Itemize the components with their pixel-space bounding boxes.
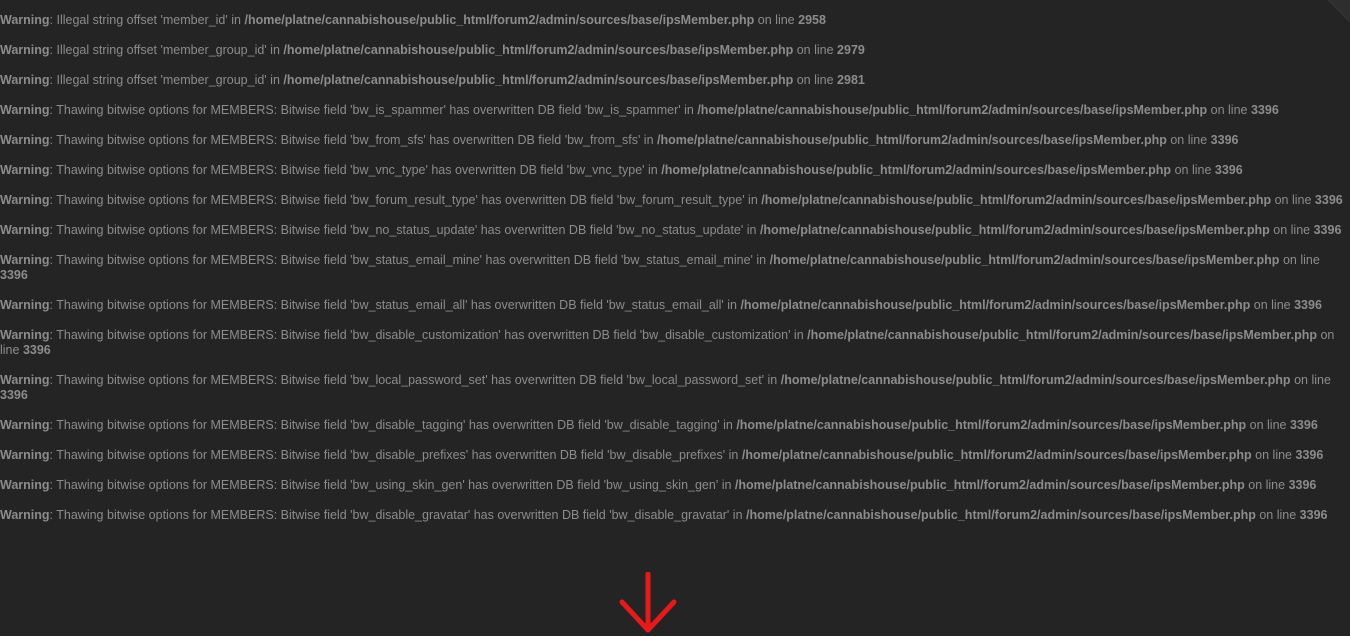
warning-text: Illegal string offset 'member_id' in xyxy=(56,13,241,27)
warning-line-number: 3396 xyxy=(1210,133,1239,147)
warning-message: Warning: Thawing bitwise options for MEM… xyxy=(0,223,1342,237)
warning-on-line-text: on line xyxy=(1255,448,1293,462)
php-warning-log: Warning: Illegal string offset 'member_i… xyxy=(0,13,1350,538)
warning-text: Thawing bitwise options for MEMBERS: Bit… xyxy=(56,448,739,462)
warning-on-line-text: on line xyxy=(1294,373,1331,387)
warning-message: Warning: Thawing bitwise options for MEM… xyxy=(0,418,1318,432)
warning-text: Thawing bitwise options for MEMBERS: Bit… xyxy=(56,103,694,117)
warning-message: Warning: Thawing bitwise options for MEM… xyxy=(0,328,1335,357)
warning-label: Warning xyxy=(0,13,50,27)
warning-file-path: /home/platne/cannabishouse/public_html/f… xyxy=(780,373,1291,387)
warning-line-number: 3396 xyxy=(0,268,28,282)
warning-line-number: 3396 xyxy=(22,343,51,357)
warning-label: Warning xyxy=(0,328,50,342)
warning-label: Warning xyxy=(0,193,50,207)
warning-label: Warning xyxy=(0,298,50,312)
warning-on-line-text: on line xyxy=(757,13,795,27)
warning-line-number: 3396 xyxy=(1214,163,1243,177)
warning-text: Thawing bitwise options for MEMBERS: Bit… xyxy=(56,223,757,237)
warning-label: Warning xyxy=(0,103,50,117)
warning-file-path: /home/platne/cannabishouse/public_html/f… xyxy=(759,223,1270,237)
warning-message: Warning: Thawing bitwise options for MEM… xyxy=(0,253,1320,282)
warning-message: Warning: Thawing bitwise options for MEM… xyxy=(0,163,1243,177)
warning-text: Thawing bitwise options for MEMBERS: Bit… xyxy=(56,373,778,387)
warning-message: Warning: Illegal string offset 'member_g… xyxy=(0,43,865,57)
warning-on-line-text: on line xyxy=(796,73,834,87)
warning-text: Thawing bitwise options for MEMBERS: Bit… xyxy=(56,298,737,312)
warning-message: Warning: Thawing bitwise options for MEM… xyxy=(0,478,1317,492)
warning-label: Warning xyxy=(0,478,50,492)
warning-line-number: 3396 xyxy=(1314,193,1343,207)
warning-message: Warning: Thawing bitwise options for MEM… xyxy=(0,193,1343,207)
warning-line-number: 2979 xyxy=(837,43,865,57)
warning-file-path: /home/platne/cannabishouse/public_html/f… xyxy=(761,193,1272,207)
warning-line-number: 3396 xyxy=(1289,418,1318,432)
warning-label: Warning xyxy=(0,448,50,462)
warning-on-line-text: on line xyxy=(1248,478,1286,492)
warning-line-number: 2981 xyxy=(837,73,865,87)
warning-label: Warning xyxy=(0,163,50,177)
warning-file-path: /home/platne/cannabishouse/public_html/f… xyxy=(741,448,1252,462)
warning-file-path: /home/platne/cannabishouse/public_html/f… xyxy=(657,133,1167,147)
warning-line-number: 3396 xyxy=(1250,103,1279,117)
warning-label: Warning xyxy=(0,508,50,522)
warning-on-line-text: on line xyxy=(796,43,834,57)
warning-on-line-text: on line xyxy=(1273,223,1311,237)
warning-file-path: /home/platne/cannabishouse/public_html/f… xyxy=(283,43,794,57)
warning-message: Warning: Thawing bitwise options for MEM… xyxy=(0,508,1328,522)
warning-line-number: 3396 xyxy=(1288,478,1317,492)
warning-label: Warning xyxy=(0,253,50,267)
warning-text: Thawing bitwise options for MEMBERS: Bit… xyxy=(56,133,654,147)
warning-file-path: /home/platne/cannabishouse/public_html/f… xyxy=(734,478,1245,492)
warning-label: Warning xyxy=(0,373,50,387)
warning-line-number: 3396 xyxy=(1295,448,1324,462)
warning-file-path: /home/platne/cannabishouse/public_html/f… xyxy=(244,13,755,27)
warning-label: Warning xyxy=(0,133,50,147)
warning-message: Warning: Thawing bitwise options for MEM… xyxy=(0,448,1324,462)
warning-line-number: 3396 xyxy=(1299,508,1328,522)
warning-line-number: 3396 xyxy=(0,388,28,402)
warning-on-line-text: on line xyxy=(1170,133,1208,147)
warning-text: Thawing bitwise options for MEMBERS: Bit… xyxy=(56,508,743,522)
warning-label: Warning xyxy=(0,418,50,432)
arrow-down-icon xyxy=(619,572,677,633)
warning-label: Warning xyxy=(0,223,50,237)
warning-text: Thawing bitwise options for MEMBERS: Bit… xyxy=(56,163,658,177)
warning-file-path: /home/platne/cannabishouse/public_html/f… xyxy=(661,163,1172,177)
warning-text: Thawing bitwise options for MEMBERS: Bit… xyxy=(56,253,767,267)
warning-message: Warning: Thawing bitwise options for MEM… xyxy=(0,133,1239,147)
warning-file-path: /home/platne/cannabishouse/public_html/f… xyxy=(807,328,1317,342)
warning-on-line-text: on line xyxy=(1249,418,1287,432)
warning-on-line-text: on line xyxy=(1210,103,1248,117)
warning-label: Warning xyxy=(0,73,50,87)
warning-on-line-text: on line xyxy=(1274,193,1312,207)
warning-text: Thawing bitwise options for MEMBERS: Bit… xyxy=(56,193,758,207)
warning-message: Warning: Illegal string offset 'member_g… xyxy=(0,73,865,87)
warning-file-path: /home/platne/cannabishouse/public_html/f… xyxy=(697,103,1208,117)
warning-file-path: /home/platne/cannabishouse/public_html/f… xyxy=(736,418,1247,432)
warning-file-path: /home/platne/cannabishouse/public_html/f… xyxy=(746,508,1256,522)
warning-message: Warning: Thawing bitwise options for MEM… xyxy=(0,103,1279,117)
warning-on-line-text: on line xyxy=(1253,298,1291,312)
warning-text: Thawing bitwise options for MEMBERS: Bit… xyxy=(56,418,733,432)
warning-line-number: 3396 xyxy=(1294,298,1322,312)
warning-message: Warning: Illegal string offset 'member_i… xyxy=(0,13,826,27)
warning-file-path: /home/platne/cannabishouse/public_html/f… xyxy=(283,73,794,87)
warning-text: Illegal string offset 'member_group_id' … xyxy=(56,43,280,57)
warning-message: Warning: Thawing bitwise options for MEM… xyxy=(0,373,1331,402)
warning-line-number: 3396 xyxy=(1313,223,1342,237)
warning-text: Illegal string offset 'member_group_id' … xyxy=(56,73,280,87)
warning-text: Thawing bitwise options for MEMBERS: Bit… xyxy=(56,478,732,492)
warning-on-line-text: on line xyxy=(1259,508,1297,522)
warning-text: Thawing bitwise options for MEMBERS: Bit… xyxy=(56,328,804,342)
warning-file-path: /home/platne/cannabishouse/public_html/f… xyxy=(740,298,1251,312)
warning-line-number: 2958 xyxy=(798,13,826,27)
warning-label: Warning xyxy=(0,43,50,57)
warning-file-path: /home/platne/cannabishouse/public_html/f… xyxy=(769,253,1280,267)
warning-message: Warning: Thawing bitwise options for MEM… xyxy=(0,298,1322,312)
warning-on-line-text: on line xyxy=(1174,163,1212,177)
warning-on-line-text: on line xyxy=(1282,253,1320,267)
